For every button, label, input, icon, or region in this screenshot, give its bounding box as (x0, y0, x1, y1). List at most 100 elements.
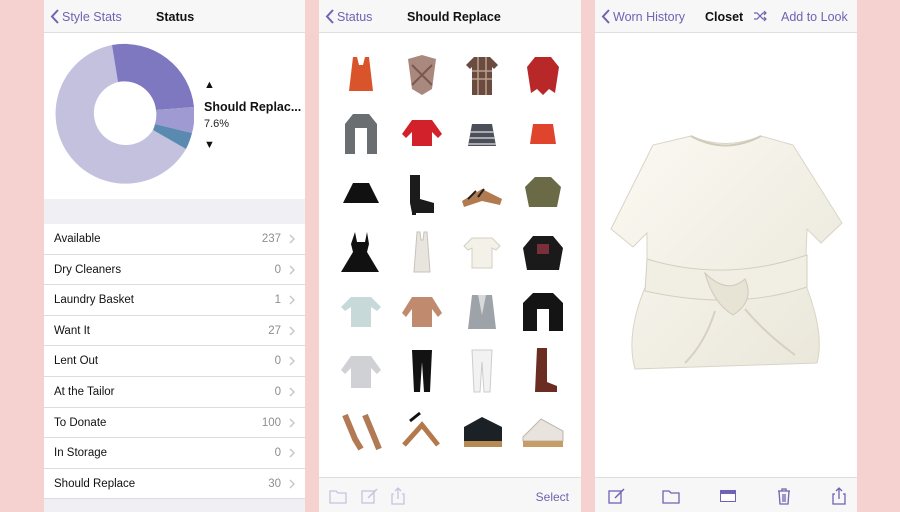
clothing-item-red-sweater[interactable] (398, 110, 446, 158)
clothing-item-red-jacket[interactable] (519, 51, 567, 99)
status-row-count: 0 (274, 355, 281, 368)
section-gap (44, 199, 305, 224)
clothing-thumbnail (341, 356, 381, 388)
clothing-item-tan-sweater[interactable] (398, 287, 446, 335)
clothing-thumbnail (402, 297, 442, 327)
legend-down-arrow[interactable]: ▼ (204, 139, 215, 151)
clothing-item-white-wedge-sandals[interactable] (519, 405, 567, 453)
status-row[interactable]: In Storage 0 (44, 438, 305, 469)
bottom-toolbar: Select (319, 477, 581, 512)
donut-slice-want-it[interactable] (112, 43, 194, 111)
clothing-thumbnail (527, 57, 559, 95)
status-row[interactable]: Available 237 (44, 224, 305, 255)
status-row-label: Dry Cleaners (54, 263, 122, 276)
back-button[interactable]: Worn History (601, 9, 685, 24)
clothing-item-white-tank-top[interactable] (398, 228, 446, 276)
add-to-look-button[interactable]: Add to Look (781, 10, 848, 24)
clothing-item-grey-long-cardigan[interactable] (337, 110, 385, 158)
chevron-right-icon (289, 295, 295, 305)
share-icon[interactable] (389, 487, 407, 505)
clothing-item-black-embellished-jacket[interactable] (519, 228, 567, 276)
page-title: Should Replace (407, 10, 501, 24)
legend-up-arrow[interactable]: ▲ (204, 79, 215, 91)
clothing-item-striped-mini-skirt[interactable] (458, 110, 506, 158)
page-title: Closet (705, 10, 744, 24)
should-replace-screen: Status Should Replace Select (319, 0, 581, 512)
clothing-item-black-jeans[interactable] (398, 346, 446, 394)
status-row[interactable]: Laundry Basket 1 (44, 285, 305, 316)
chevron-right-icon (289, 234, 295, 244)
edit-icon[interactable] (361, 487, 379, 505)
status-row-count: 0 (274, 263, 281, 276)
clothing-item-plaid-wrap[interactable] (398, 51, 446, 99)
clothing-item-mint-blouse[interactable] (337, 287, 385, 335)
status-row[interactable]: At the Tailor 0 (44, 377, 305, 408)
clothing-item-black-skater-skirt[interactable] (337, 169, 385, 217)
clothing-item-brown-tall-boots[interactable] (519, 346, 567, 394)
clothing-item-grey-vest[interactable] (458, 287, 506, 335)
chevron-right-icon (289, 356, 295, 366)
chevron-right-icon (289, 265, 295, 275)
clothing-item-plaid-shirt[interactable] (458, 51, 506, 99)
status-donut-chart[interactable] (54, 41, 194, 187)
status-row[interactable]: To Donate 100 (44, 408, 305, 439)
clothing-item-orange-tank-top[interactable] (337, 51, 385, 99)
status-row-label: At the Tailor (54, 385, 115, 398)
back-button[interactable]: Status (325, 9, 372, 24)
clothing-grid (319, 33, 581, 478)
clothing-thumbnail (341, 232, 379, 272)
clothing-thumbnail (468, 295, 496, 329)
status-row[interactable]: Want It 27 (44, 316, 305, 347)
status-row-count: 27 (268, 324, 281, 337)
calendar-icon[interactable] (719, 487, 737, 505)
back-label: Style Stats (62, 9, 122, 24)
edit-icon[interactable] (608, 487, 626, 505)
share-icon[interactable] (830, 487, 848, 505)
status-row-count: 1 (274, 294, 281, 307)
back-label: Status (337, 9, 373, 24)
back-button[interactable]: Style Stats (50, 9, 122, 24)
status-row-label: Lent Out (54, 355, 99, 368)
clothing-thumbnail (468, 124, 496, 146)
clothing-item-grey-knit-top[interactable] (337, 346, 385, 394)
bottom-toolbar (595, 477, 857, 512)
clothing-thumbnail (413, 231, 431, 273)
status-row-count: 100 (261, 416, 281, 429)
clothing-item-red-mini-skirt[interactable] (519, 110, 567, 158)
clothing-item-black-ankle-boots[interactable] (398, 169, 446, 217)
clothing-item-white-jeans[interactable] (458, 346, 506, 394)
shuffle-icon[interactable] (753, 10, 767, 22)
page-title: Status (156, 10, 195, 24)
item-photo[interactable] (595, 33, 857, 478)
folder-icon[interactable] (329, 487, 347, 505)
chevron-right-icon (289, 479, 295, 489)
nav-bar: Worn History Closet Add to Look (595, 0, 857, 33)
clothing-item-tan-sandals[interactable] (458, 169, 506, 217)
clothing-thumbnail (349, 57, 373, 91)
status-row-label: Available (54, 233, 101, 245)
folder-icon[interactable] (662, 487, 680, 505)
status-row[interactable]: Dry Cleaners 0 (44, 255, 305, 286)
status-row[interactable]: Lent Out 0 (44, 346, 305, 377)
chart-area: ▲ Should Replac... 7.6% ▼ (44, 33, 305, 199)
nav-bar: Style Stats Status (44, 0, 305, 33)
clothing-item-olive-jacket[interactable] (519, 169, 567, 217)
trash-icon[interactable] (775, 487, 793, 505)
clothing-thumbnail (410, 175, 434, 215)
clothing-item-tan-lace-up-heels[interactable] (398, 405, 446, 453)
clothing-item-black-cardigan[interactable] (519, 287, 567, 335)
chevron-right-icon (289, 418, 295, 428)
clothing-item-black-wedge-booties[interactable] (458, 405, 506, 453)
clothing-thumbnail (522, 418, 564, 447)
clothing-thumbnail (525, 177, 561, 207)
clothing-item-white-tie-top[interactable] (458, 228, 506, 276)
clothing-item-black-dress[interactable] (337, 228, 385, 276)
status-list: Available 237 Dry Cleaners 0 Laundry Basket 1… (44, 224, 305, 500)
status-row-label: Want It (54, 324, 90, 337)
status-row-count: 0 (274, 447, 281, 460)
clothing-thumbnail (530, 124, 556, 144)
chevron-right-icon (289, 387, 295, 397)
status-row[interactable]: Should Replace 30 (44, 469, 305, 500)
select-button[interactable]: Select (536, 490, 569, 504)
clothing-item-tan-heeled-sandals[interactable] (337, 405, 385, 453)
